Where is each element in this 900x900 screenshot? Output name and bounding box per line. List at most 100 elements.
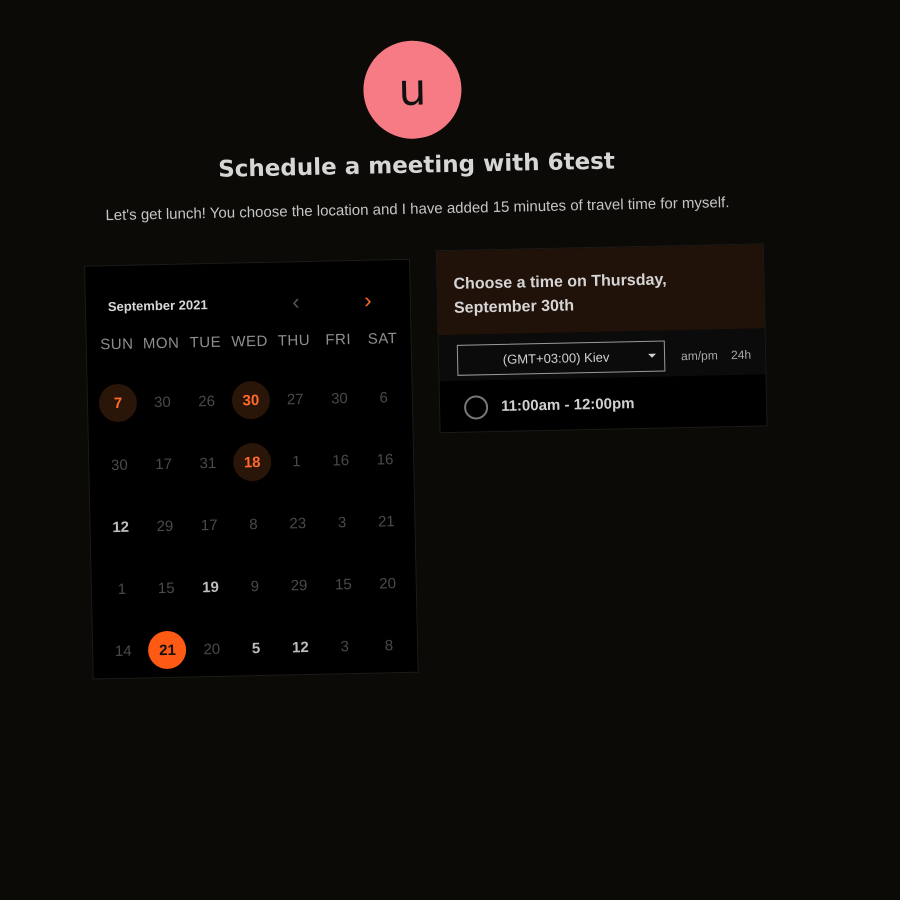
calendar-day-number: 12 <box>291 638 309 656</box>
calendar-day-number: 8 <box>249 515 258 533</box>
format-12h-toggle[interactable]: am/pm <box>681 348 718 363</box>
time-slot[interactable]: 11:00am - 12:00pm <box>440 374 767 434</box>
calendar-day-number: 30 <box>110 456 128 474</box>
calendar-day-number: 19 <box>202 578 220 596</box>
calendar-day[interactable]: 18 <box>229 431 275 494</box>
calendar-day-number: 21 <box>377 512 395 531</box>
time-slot-label: 11:00am - 12:00pm <box>500 395 635 415</box>
calendar-day: 29 <box>276 554 322 617</box>
calendar-day: 20 <box>365 552 411 615</box>
time-picker-heading: Choose a time on Thursday, September 30t… <box>436 244 765 336</box>
calendar-day-number: 3 <box>337 513 347 531</box>
calendar-day: 23 <box>275 492 321 555</box>
format-24h-toggle[interactable]: 24h <box>731 348 751 362</box>
calendar-day: 20 <box>189 618 235 681</box>
calendar-day[interactable]: 7 <box>95 371 141 434</box>
calendar-day-number: 16 <box>332 451 350 469</box>
calendar-day: 15 <box>143 557 189 620</box>
caret-down-icon <box>648 353 657 358</box>
calendar-day: 26 <box>184 370 230 433</box>
weekday-header: SUN MON TUE WED THU FRI SAT <box>95 330 405 353</box>
calendar-day: 5 <box>233 617 279 680</box>
calendar-day-number: 20 <box>379 574 397 593</box>
calendar-day: 17 <box>141 433 187 496</box>
calendar-day: 8 <box>231 493 277 556</box>
date-picker-calendar: September 2021 ‹ › SUN MON TUE WED THU FRI SAT… <box>84 258 419 682</box>
day-grid: 7 30 26 30 27 30 6 30 17 31 18 1 16 16 12 29 17 8 23 3 21 1 15… <box>95 366 411 682</box>
weekday-label: WED <box>231 332 269 351</box>
calendar-day: 30 <box>317 367 363 430</box>
calendar-day-number: 14 <box>114 642 132 660</box>
calendar-day-number: 31 <box>199 454 217 472</box>
calendar-day-number: 30 <box>153 393 171 411</box>
meeting-description: Let's get lunch! You choose the location… <box>105 194 730 225</box>
chevron-left-icon[interactable]: ‹ <box>284 289 308 314</box>
calendar-day-number: 9 <box>250 577 260 595</box>
calendar-day-number: 29 <box>290 576 308 594</box>
host-avatar: u <box>362 39 463 140</box>
calendar-day[interactable]: 30 <box>228 369 274 432</box>
calendar-day-number: 30 <box>330 389 348 407</box>
weekday-label: SUN <box>100 335 134 354</box>
calendar-day: 6 <box>361 366 407 429</box>
calendar-day: 29 <box>142 495 188 558</box>
calendar-header: September 2021 ‹ › <box>107 288 398 320</box>
calendar-day: 14 <box>100 619 146 682</box>
calendar-day-number: 21 <box>148 630 187 670</box>
calendar-day: 17 <box>186 494 232 557</box>
calendar-day: 3 <box>319 491 365 554</box>
calendar-day: 1 <box>99 557 145 620</box>
calendar-day-number: 29 <box>156 517 174 535</box>
weekday-label: MON <box>142 334 180 353</box>
calendar-day: 9 <box>232 555 278 618</box>
calendar-day: 12 <box>98 495 144 558</box>
calendar-day-number: 7 <box>98 383 138 423</box>
calendar-day-number: 15 <box>334 575 352 593</box>
month-label: September 2021 <box>107 297 208 315</box>
avatar-letter: u <box>397 63 427 116</box>
booking-page: u Schedule a meeting with 6test Let's ge… <box>0 0 900 900</box>
calendar-day: 3 <box>322 615 368 678</box>
timezone-select[interactable]: (GMT+03:00) Kiev <box>456 340 666 376</box>
weekday-label: FRI <box>325 331 352 349</box>
calendar-day: 15 <box>321 553 367 616</box>
page-title: Schedule a meeting with 6test <box>217 148 616 183</box>
calendar-day-number: 23 <box>289 514 307 532</box>
radio-circle-icon[interactable] <box>463 394 489 420</box>
calendar-day-number: 8 <box>384 636 394 654</box>
calendar-day-number: 1 <box>117 580 127 598</box>
weekday-label: TUE <box>189 333 222 352</box>
calendar-day-number: 6 <box>379 388 389 406</box>
calendar-day-number: 17 <box>155 455 173 473</box>
calendar-day-number: 20 <box>203 640 221 658</box>
timezone-value: (GMT+03:00) Kiev <box>502 349 610 367</box>
calendar-day[interactable]: 21 <box>145 619 191 682</box>
calendar-day-number: 30 <box>231 380 271 420</box>
calendar-day: 16 <box>318 429 364 492</box>
calendar-day-number: 15 <box>157 579 175 597</box>
weekday-label: THU <box>277 331 311 350</box>
calendar-day: 31 <box>185 432 231 495</box>
calendar-day: 21 <box>364 490 410 553</box>
calendar-day-number: 16 <box>376 450 394 469</box>
calendar-day: 12 <box>278 616 324 679</box>
timezone-bar: (GMT+03:00) Kiev am/pm 24h <box>438 328 766 382</box>
time-picker-panel: Choose a time on Thursday, September 30t… <box>435 243 768 434</box>
calendar-day: 8 <box>366 614 412 677</box>
calendar-day: 30 <box>97 433 143 496</box>
calendar-day-number: 1 <box>292 452 301 470</box>
calendar-day-number: 27 <box>286 390 304 408</box>
calendar-day-number: 17 <box>200 516 218 534</box>
calendar-day-number: 3 <box>340 637 349 655</box>
chevron-right-icon[interactable]: › <box>356 288 380 313</box>
weekday-label: SAT <box>367 330 398 348</box>
calendar-day-number: 18 <box>232 442 272 482</box>
calendar-day: 16 <box>362 428 408 491</box>
calendar-day: 19 <box>188 556 234 619</box>
calendar-day: 27 <box>272 368 318 431</box>
calendar-day-number: 26 <box>198 392 216 410</box>
calendar-day: 1 <box>274 430 320 493</box>
calendar-day-number: 12 <box>112 518 130 536</box>
calendar-day-number: 5 <box>251 639 261 657</box>
calendar-day: 30 <box>140 371 186 434</box>
